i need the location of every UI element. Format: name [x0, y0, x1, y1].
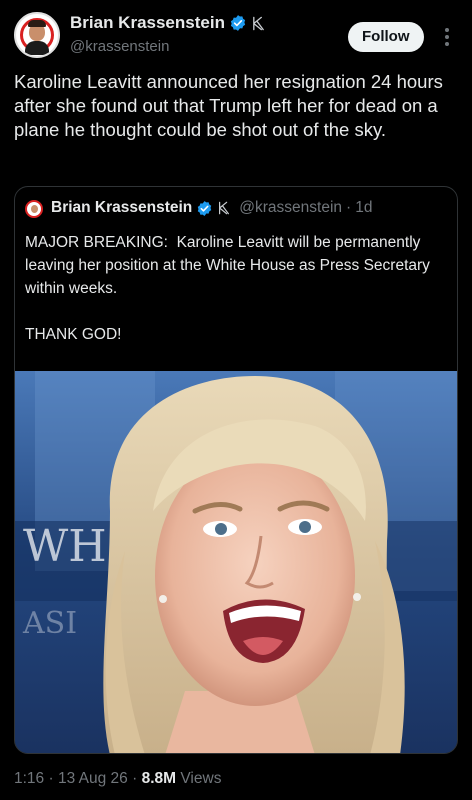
affiliation-k-icon: [253, 16, 264, 30]
quoted-tweet-photo[interactable]: WH ASI: [15, 371, 458, 754]
quoted-tweet-text: MAJOR BREAKING: Karoline Leavitt will be…: [25, 234, 430, 343]
follow-button[interactable]: Follow: [348, 22, 424, 52]
more-options-icon[interactable]: [444, 28, 450, 46]
meta-separator: ·: [132, 770, 138, 787]
views-label: Views: [180, 770, 222, 787]
views-count[interactable]: 8.8M: [142, 770, 176, 787]
quoted-author-avatar[interactable]: [25, 200, 43, 218]
quoted-affiliation-k-icon: [219, 201, 230, 215]
quoted-tweet-time[interactable]: 1d: [355, 199, 372, 217]
svg-text:ASI: ASI: [22, 606, 77, 641]
tweet-time[interactable]: 1:16: [14, 770, 44, 787]
quoted-tweet-card[interactable]: Brian Krassenstein @krassenstein · 1d MA…: [14, 186, 458, 754]
author-handle[interactable]: @krassenstein: [70, 38, 169, 55]
tweet: Brian Krassenstein @krassenstein Follow …: [0, 0, 472, 800]
author-name-row[interactable]: Brian Krassenstein: [70, 13, 266, 33]
tweet-date[interactable]: 13 Aug 26: [58, 770, 128, 787]
meta-separator: ·: [48, 770, 54, 787]
tweet-text: Karoline Leavitt announced her resignati…: [14, 71, 449, 140]
quoted-tweet-header: Brian Krassenstein @krassenstein · 1d: [51, 199, 372, 217]
author-name[interactable]: Brian Krassenstein: [70, 13, 225, 33]
quoted-author-handle[interactable]: @krassenstein: [239, 199, 342, 217]
verified-badge-icon: [230, 15, 246, 31]
tweet-metadata: 1:16 · 13 Aug 26 · 8.8M Views: [14, 770, 221, 788]
quoted-time-separator: ·: [346, 199, 352, 216]
quoted-verified-badge-icon: [198, 200, 212, 216]
author-avatar[interactable]: [14, 12, 60, 58]
quoted-author-name[interactable]: Brian Krassenstein: [51, 199, 192, 217]
svg-text:WH: WH: [23, 521, 107, 572]
